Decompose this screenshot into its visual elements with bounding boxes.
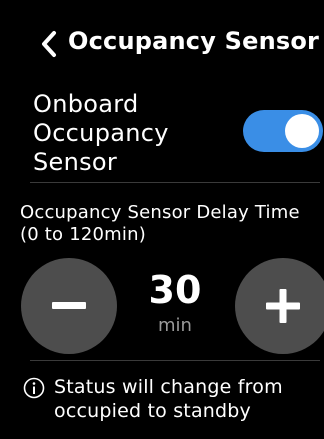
onboard-sensor-label: Onboard Occupancy Sensor bbox=[33, 90, 169, 176]
status-message: Status will change from occupied to stan… bbox=[54, 376, 283, 422]
header-bar: Occupancy Sensor bbox=[0, 22, 324, 66]
decrement-button[interactable] bbox=[21, 258, 117, 354]
page-title: Occupancy Sensor bbox=[68, 27, 320, 55]
delay-unit: min bbox=[158, 315, 192, 336]
delay-label: Occupancy Sensor Delay Time (0 to 120min… bbox=[20, 202, 300, 245]
delay-value: 30 bbox=[148, 268, 202, 312]
chevron-left-icon bbox=[42, 31, 56, 57]
divider bbox=[30, 360, 320, 361]
increment-button[interactable] bbox=[235, 258, 324, 354]
onboard-sensor-toggle[interactable] bbox=[243, 110, 323, 152]
minus-icon bbox=[52, 302, 86, 309]
divider bbox=[30, 182, 320, 183]
info-icon[interactable] bbox=[23, 377, 45, 399]
toggle-knob bbox=[285, 114, 319, 148]
back-button[interactable] bbox=[34, 28, 64, 60]
plus-icon bbox=[266, 289, 300, 323]
